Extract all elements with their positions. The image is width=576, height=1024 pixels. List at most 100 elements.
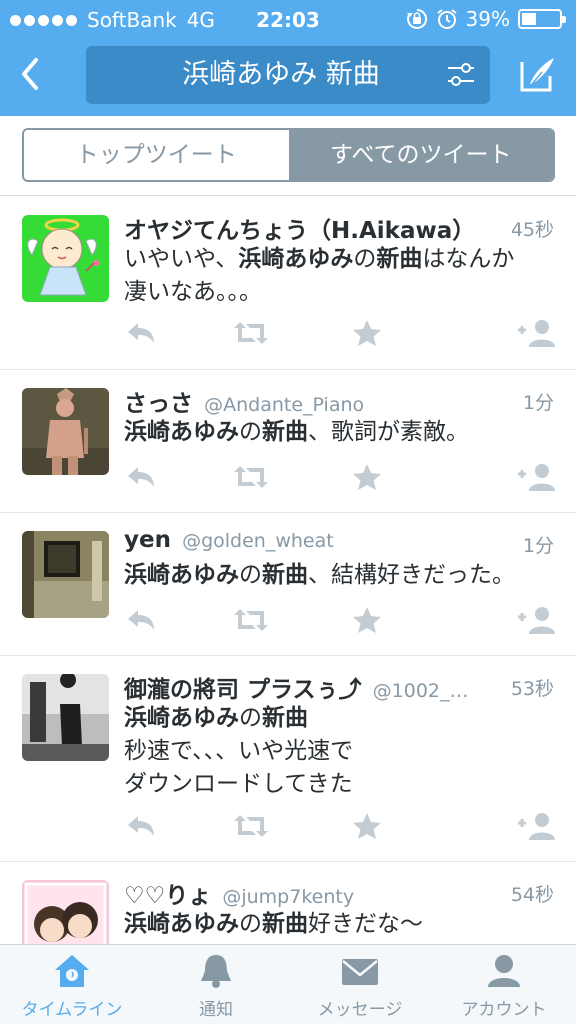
- follow-button[interactable]: [516, 318, 556, 348]
- tweet-author-name[interactable]: yen: [124, 527, 171, 553]
- tweet-header: ♡♡りょ @jump7kenty 54秒: [124, 876, 554, 909]
- tweet-text-run: はなんか: [422, 246, 515, 272]
- reply-icon: [128, 816, 154, 836]
- search-query-text: 浜崎あゆみ 新曲: [182, 59, 380, 90]
- status-right: 39%: [406, 7, 566, 31]
- back-button[interactable]: [12, 52, 52, 96]
- tweet-header: 御瀧の將司 プラスぅ⤴ @1002_… 53秒: [124, 670, 554, 703]
- tweet-author-handle[interactable]: @jump7kenty: [222, 886, 354, 908]
- highlighted-keyword: 新曲: [262, 562, 308, 588]
- tab-top-tweets[interactable]: トップツイート: [24, 130, 289, 180]
- alarm-icon: [436, 9, 457, 29]
- bell-icon: [201, 955, 231, 988]
- search-field[interactable]: 浜崎あゆみ 新曲: [86, 46, 490, 104]
- battery-percent: 39%: [465, 7, 510, 31]
- tweet-header: yen @golden_wheat 1分: [124, 527, 554, 557]
- tweet-item[interactable]: オヤジてんちょう（H.Aikawa） 45秒 いやいや、浜崎あゆみの新曲はなんか…: [0, 197, 576, 370]
- retweet-button[interactable]: [234, 462, 268, 492]
- highlighted-keyword: 浜崎あゆみ: [124, 562, 239, 588]
- follow-button[interactable]: [516, 811, 556, 841]
- tweet-actions: [124, 462, 556, 492]
- tab-all-tweets[interactable]: すべてのツイート: [288, 130, 553, 180]
- tweet-author-handle[interactable]: @golden_wheat: [182, 530, 334, 552]
- favorite-button[interactable]: [350, 811, 384, 841]
- tweet-text-run: の: [239, 419, 262, 445]
- reply-button[interactable]: [124, 462, 158, 492]
- tab-label: 通知: [199, 1000, 233, 1020]
- follow-button[interactable]: [516, 462, 556, 492]
- tweet-timeline[interactable]: オヤジてんちょう（H.Aikawa） 45秒 いやいや、浜崎あゆみの新曲はなんか…: [0, 197, 576, 944]
- highlighted-keyword: 浜崎あゆみ: [124, 419, 239, 445]
- retweet-icon: [234, 322, 268, 344]
- tweet-text-run: の: [239, 911, 262, 937]
- tweet-item[interactable]: ♡♡りょ @jump7kenty 54秒 浜崎あゆみの新曲好きだな〜: [0, 862, 576, 944]
- tweet-text: 浜崎あゆみの新曲、歌詞が素敵。: [124, 416, 554, 449]
- tweet-text-run: 、歌詞が素敵。: [308, 419, 469, 445]
- follow-icon: [518, 607, 555, 634]
- two-people-avatar-image: [22, 880, 109, 944]
- reply-button[interactable]: [124, 318, 158, 348]
- avatar[interactable]: [22, 215, 109, 302]
- tweet-item[interactable]: 御瀧の將司 プラスぅ⤴ @1002_… 53秒 浜崎あゆみの新曲 秒速で、、、いや…: [0, 656, 576, 862]
- follow-icon: [518, 320, 555, 347]
- chevron-left-icon: [22, 58, 38, 90]
- rotation-lock-icon: [406, 8, 427, 29]
- highlighted-keyword: 浜崎あゆみ: [124, 911, 239, 937]
- tweet-author-name[interactable]: オヤジてんちょう（H.Aikawa）: [124, 218, 475, 244]
- tab-notifications[interactable]: 通知: [144, 945, 288, 1024]
- tweet-author-name[interactable]: 御瀧の將司 プラスぅ⤴: [124, 677, 362, 703]
- tab-label: タイムライン: [21, 1000, 123, 1020]
- tweet-text-run: の: [353, 246, 377, 272]
- follow-icon: [518, 813, 555, 840]
- tab-messages[interactable]: メッセージ: [288, 945, 432, 1024]
- tweet-timestamp: 53秒: [510, 678, 554, 700]
- tweet-author-handle[interactable]: @Andante_Piano: [204, 394, 364, 416]
- avatar[interactable]: [22, 880, 109, 944]
- retweet-button[interactable]: [234, 811, 268, 841]
- retweet-icon: [234, 466, 268, 488]
- tweet-author-handle[interactable]: @1002_…: [373, 680, 469, 702]
- follow-button[interactable]: [516, 605, 556, 635]
- tweet-item[interactable]: さっさ @Andante_Piano 1分 浜崎あゆみの新曲、歌詞が素敵。: [0, 370, 576, 513]
- tweet-timestamp: 1分: [522, 535, 554, 557]
- tab-timeline[interactable]: タイムライン: [0, 945, 144, 1024]
- status-bar: SoftBank 4G 22:03 39%: [0, 0, 576, 38]
- tweet-timestamp: 45秒: [510, 219, 554, 241]
- tweet-text-line: ダウンロードしてきた: [124, 768, 554, 801]
- sliders-icon[interactable]: [446, 61, 476, 89]
- bottom-tab-bar: タイムライン 通知 メッセージ アカウント: [0, 944, 576, 1024]
- tab-label: メッセージ: [317, 1000, 403, 1020]
- compose-tweet-button[interactable]: [518, 52, 558, 96]
- tweet-text-run: 好きだな〜: [308, 911, 423, 937]
- highlighted-keyword: 新曲: [376, 246, 423, 272]
- star-icon: [353, 813, 381, 839]
- tweet-actions: [124, 605, 556, 635]
- reply-button[interactable]: [124, 811, 158, 841]
- highlighted-keyword: 浜崎あゆみ: [238, 246, 354, 272]
- avatar[interactable]: [22, 388, 109, 475]
- tweet-item[interactable]: yen @golden_wheat 1分 浜崎あゆみの新曲、結構好きだった。: [0, 513, 576, 656]
- favorite-button[interactable]: [350, 318, 384, 348]
- favorite-button[interactable]: [350, 462, 384, 492]
- segmented-control: トップツイート すべてのツイート: [22, 128, 555, 182]
- reply-icon: [128, 323, 154, 343]
- envelope-icon: [342, 959, 378, 985]
- tweet-header: さっさ @Andante_Piano 1分: [124, 384, 554, 417]
- favorite-button[interactable]: [350, 605, 384, 635]
- star-icon: [353, 607, 381, 633]
- star-icon: [353, 464, 381, 490]
- tweet-author-name[interactable]: さっさ: [124, 391, 193, 417]
- room-photo-avatar-image: [22, 531, 109, 618]
- reply-button[interactable]: [124, 605, 158, 635]
- retweet-button[interactable]: [234, 318, 268, 348]
- reply-icon: [128, 467, 154, 487]
- highlighted-keyword: 新曲: [262, 911, 308, 937]
- avatar[interactable]: [22, 674, 109, 761]
- tweet-text-run: の: [239, 562, 262, 588]
- avatar[interactable]: [22, 531, 109, 618]
- tweet-header: オヤジてんちょう（H.Aikawa） 45秒: [124, 211, 554, 244]
- retweet-button[interactable]: [234, 605, 268, 635]
- angel-avatar-image: [22, 215, 109, 302]
- tab-account[interactable]: アカウント: [432, 945, 576, 1024]
- tweet-author-name[interactable]: ♡♡りょ: [124, 883, 211, 909]
